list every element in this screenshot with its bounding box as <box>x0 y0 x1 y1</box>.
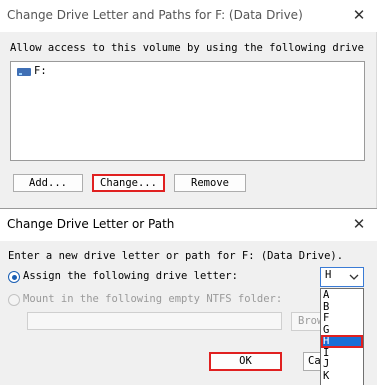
drive-letter-option[interactable]: A <box>322 290 362 301</box>
mount-folder-radio[interactable] <box>8 294 20 306</box>
assign-letter-label[interactable]: Assign the following drive letter: <box>23 270 238 282</box>
ok-button[interactable]: OK <box>209 352 282 371</box>
drive-letter-option[interactable]: F <box>322 313 362 324</box>
drive-letter-dropdown[interactable]: ABFGHIJK <box>320 288 364 385</box>
dialog-title-bar: Change Drive Letter and Paths for F: (Da… <box>0 0 377 32</box>
remove-button[interactable]: Remove <box>174 174 246 192</box>
dialog-title-bar: Change Drive Letter or Path ✕ <box>0 209 377 241</box>
close-icon[interactable]: ✕ <box>346 2 372 28</box>
close-icon[interactable]: ✕ <box>346 211 372 237</box>
drive-letter-option[interactable]: G <box>322 324 362 336</box>
add-button[interactable]: Add... <box>13 174 83 192</box>
path-list[interactable]: F: <box>10 61 365 161</box>
dialog-title: Change Drive Letter or Path <box>7 217 175 231</box>
chevron-down-icon <box>349 274 359 280</box>
browse-button[interactable]: Browse... <box>291 312 323 331</box>
drive-icon <box>17 68 31 76</box>
path-entry[interactable]: F: <box>34 65 47 77</box>
drive-letter-option[interactable]: H <box>321 335 363 348</box>
drive-letter-option[interactable]: I <box>322 347 362 359</box>
mount-folder-label[interactable]: Mount in the following empty NTFS folder… <box>23 293 282 305</box>
dialog-description: Allow access to this volume by using the… <box>10 42 365 54</box>
selected-letter: H <box>325 269 332 281</box>
folder-path-input[interactable] <box>27 312 282 330</box>
drive-letter-select[interactable]: H <box>320 267 364 287</box>
change-button[interactable]: Change... <box>92 174 165 192</box>
drive-letter-option[interactable]: K <box>322 370 362 382</box>
drive-letter-option[interactable]: B <box>322 301 362 313</box>
drive-letter-option[interactable]: J <box>322 359 362 370</box>
dialog-description: Enter a new drive letter or path for F: … <box>8 250 344 262</box>
drive-paths-dialog: Change Drive Letter and Paths for F: (Da… <box>0 0 377 210</box>
dialog-title: Change Drive Letter and Paths for F: (Da… <box>7 8 303 22</box>
assign-letter-radio[interactable] <box>8 271 20 283</box>
